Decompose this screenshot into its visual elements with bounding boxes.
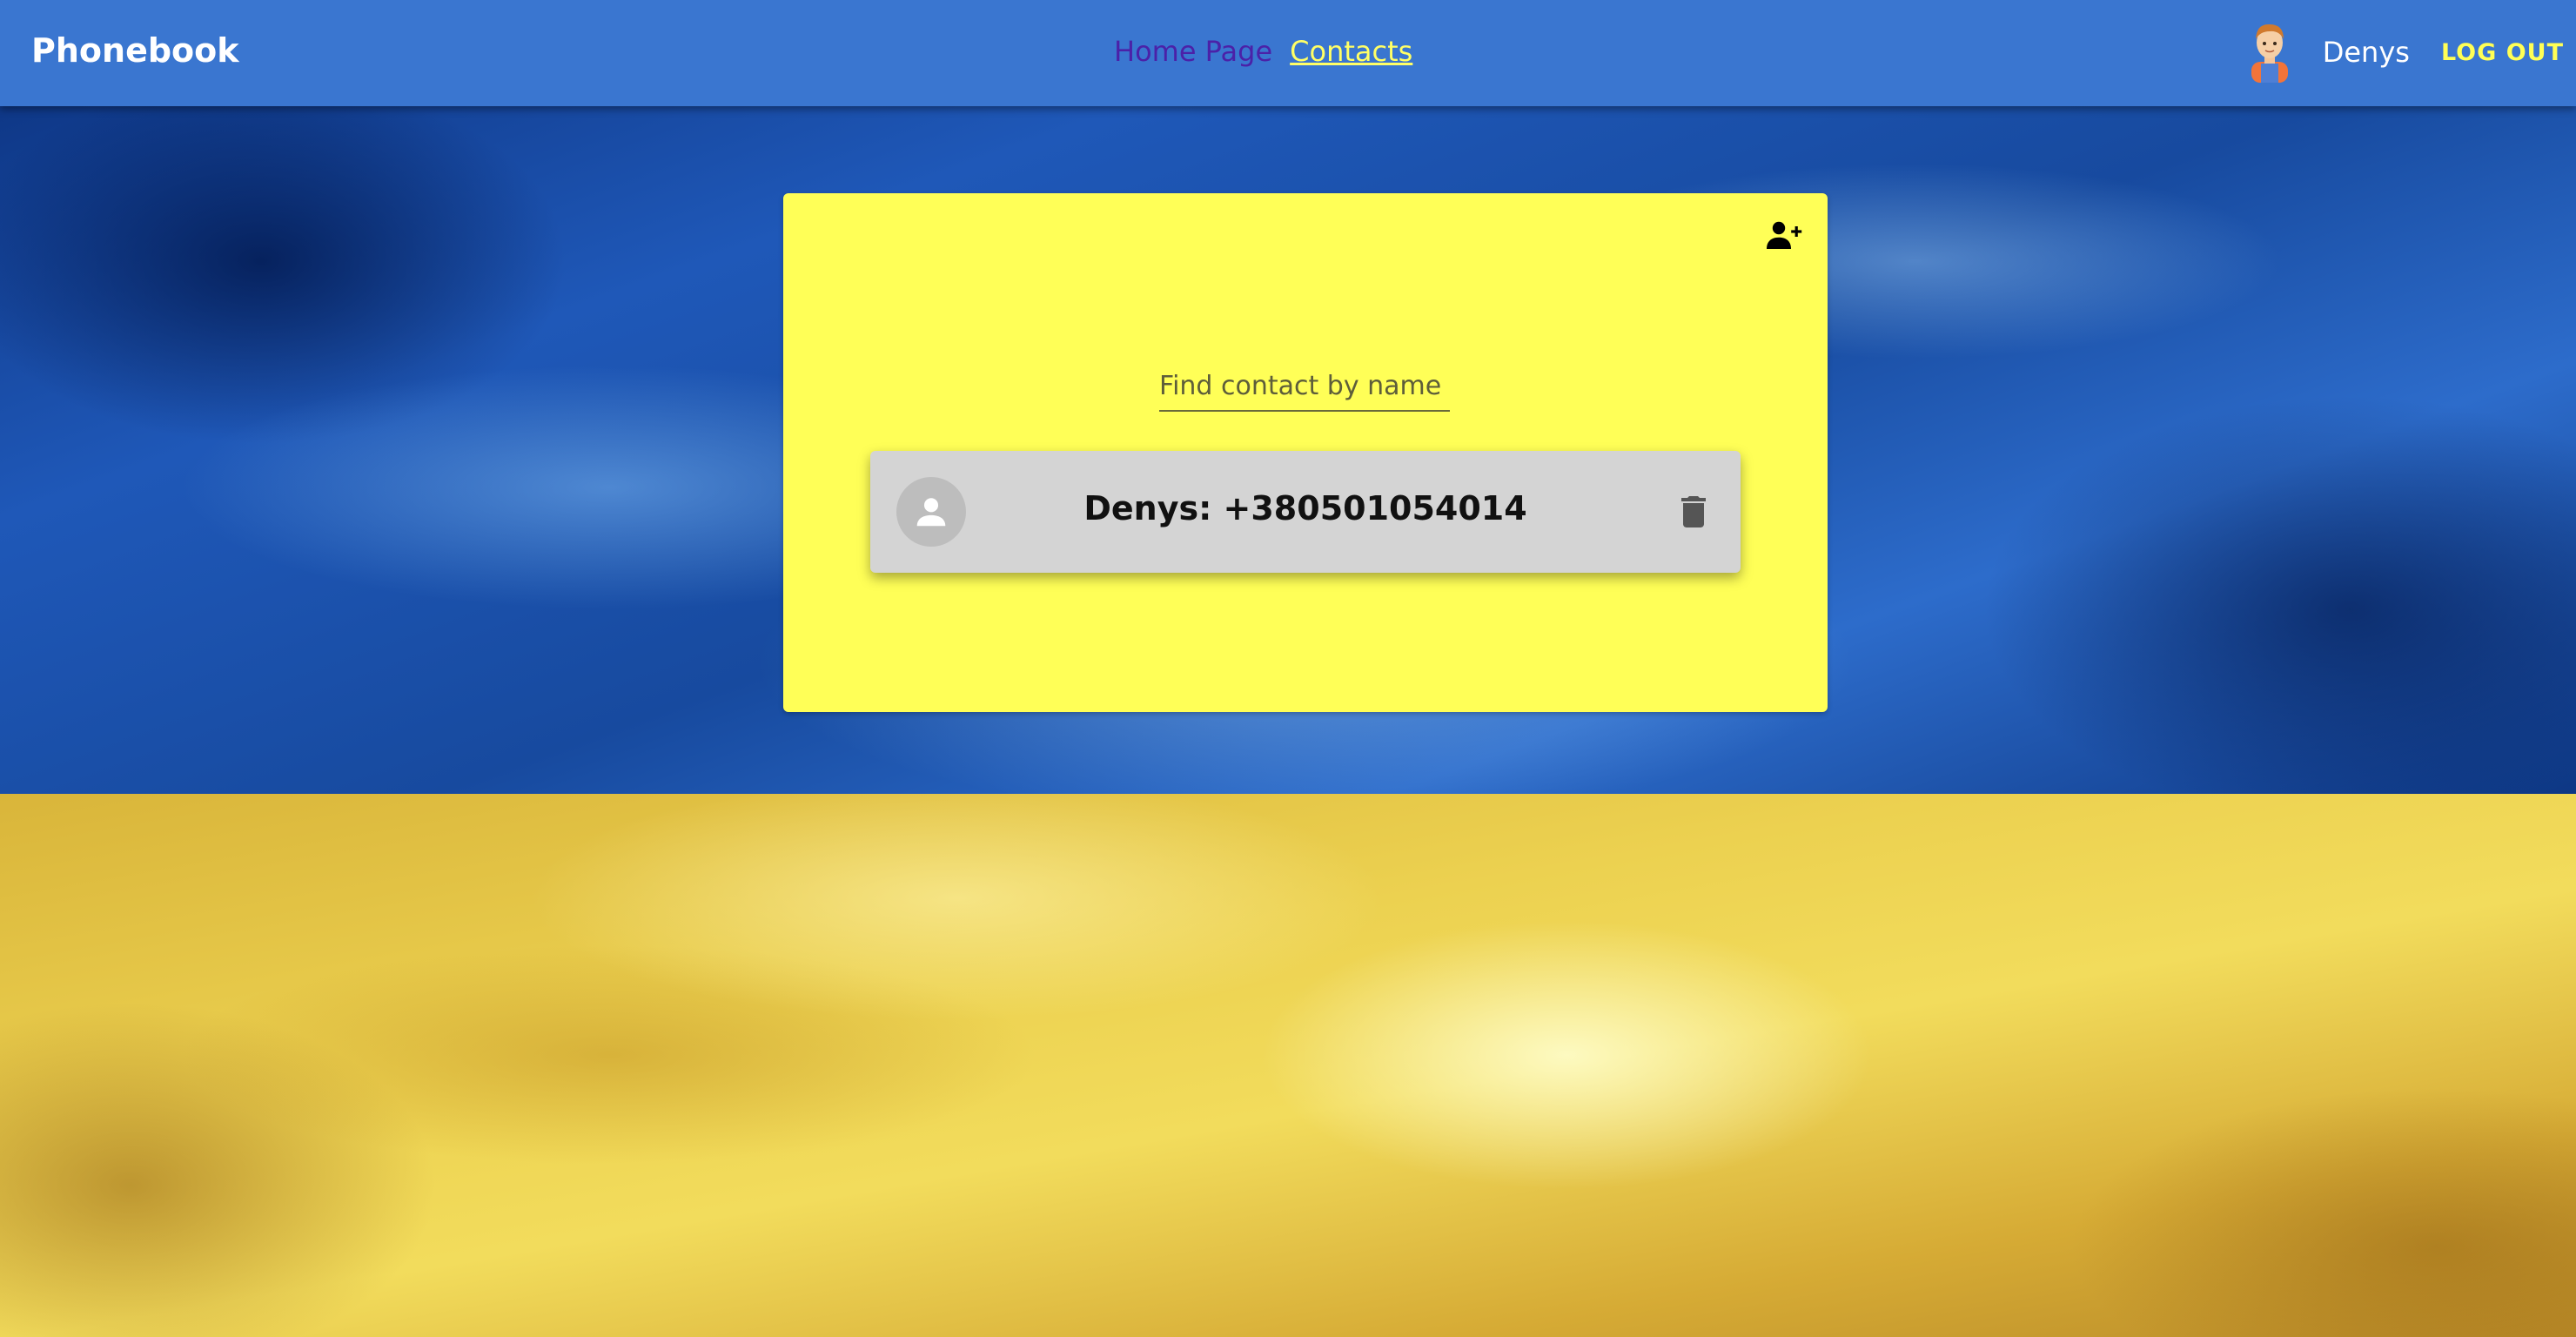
- search-field: [1159, 364, 1450, 412]
- trash-icon: [1681, 496, 1706, 527]
- contact-name-number: Denys: +380501054014: [1083, 489, 1527, 527]
- main-nav: Home Page Contacts: [1114, 31, 1412, 71]
- page: Phonebook Home Page Contacts Denys LOG O…: [0, 0, 2576, 1337]
- delete-contact-button[interactable]: [1673, 491, 1714, 533]
- user-name: Denys: [2322, 36, 2410, 69]
- user-avatar-icon: [2251, 24, 2288, 83]
- add-contact-button[interactable]: [1763, 214, 1805, 256]
- background-flag-yellow: [0, 794, 2576, 1337]
- brand-title: Phonebook: [31, 31, 239, 70]
- app-bar: Phonebook Home Page Contacts Denys LOG O…: [0, 0, 2576, 106]
- logout-button[interactable]: LOG OUT: [2441, 39, 2564, 66]
- contacts-card: Denys: +380501054014: [783, 193, 1828, 712]
- nav-link-home[interactable]: Home Page: [1114, 31, 1272, 71]
- user-menu: Denys LOG OUT: [2246, 19, 2564, 85]
- person-add-icon: [1767, 221, 1802, 249]
- contact-list-item: Denys: +380501054014: [870, 451, 1741, 573]
- nav-link-contacts[interactable]: Contacts: [1290, 31, 1412, 71]
- search-input[interactable]: [1159, 364, 1450, 410]
